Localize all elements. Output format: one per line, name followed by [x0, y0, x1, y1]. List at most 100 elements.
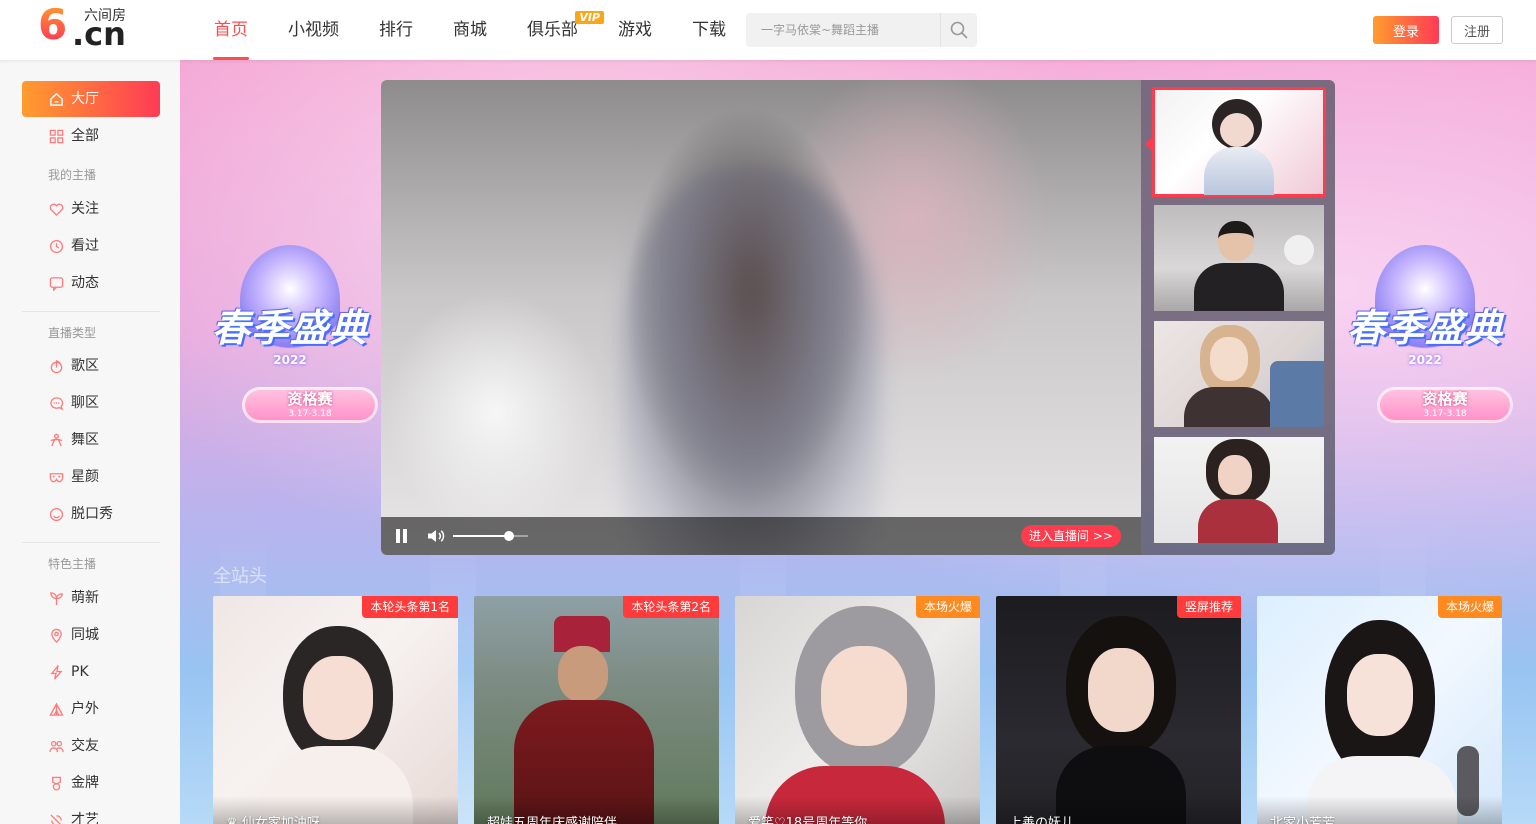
nav-label: 排行: [379, 20, 413, 40]
stage-label: 资格赛: [287, 390, 333, 408]
heart-icon: [49, 203, 64, 217]
sidebar-item-label: 萌新: [71, 590, 99, 606]
sidebar-item-hall[interactable]: 大厅: [22, 81, 160, 117]
search-box: [746, 13, 977, 47]
sidebar-item-local[interactable]: 同城: [22, 617, 160, 653]
sidebar-item-label: 才艺: [71, 812, 99, 824]
nav-home[interactable]: 首页: [200, 0, 262, 60]
sidebar-item-feed[interactable]: 动态: [22, 265, 160, 301]
stream-thumbnail-3[interactable]: [1154, 321, 1324, 427]
card-name: 北家小芳芳: [1270, 816, 1336, 824]
home-icon: [50, 92, 63, 106]
sidebar-item-chat[interactable]: 聊区: [22, 385, 160, 421]
sidebar-item-label: 脱口秀: [71, 506, 113, 522]
live-video-player[interactable]: 进入直播间 >>: [381, 80, 1141, 555]
sidebar-item-social[interactable]: 交友: [22, 728, 160, 764]
nav-label: 小视频: [288, 20, 339, 40]
anchor-card-5[interactable]: 本场火爆 北家小芳芳: [1257, 596, 1502, 824]
nav-games[interactable]: 游戏: [604, 0, 666, 60]
thumbnail-body: [1194, 263, 1284, 311]
anchor-card-3[interactable]: 本场火爆 爱笑♡18号周年等你: [735, 596, 980, 824]
grid-icon: [49, 129, 64, 144]
people-icon: [49, 740, 64, 753]
nav-club[interactable]: 俱乐部 VIP: [513, 0, 604, 60]
sidebar-item-all[interactable]: 全部: [22, 118, 160, 154]
sidebar-item-label: PK: [71, 664, 89, 680]
thumbnail-body: [1184, 387, 1274, 427]
sidebar-item-beauty[interactable]: 星颜: [22, 459, 160, 495]
anchor-card-2[interactable]: 本轮头条第2名 超娃五周年庆感谢陪伴: [474, 596, 719, 824]
sidebar-item-label: 全部: [71, 128, 99, 144]
nav-label: 下载: [692, 20, 726, 40]
nav-short-video[interactable]: 小视频: [274, 0, 353, 60]
thumbnail-face: [1218, 221, 1254, 261]
sidebar-item-label: 歌区: [71, 358, 99, 374]
card-badge: 本场火爆: [1437, 596, 1502, 618]
group-label-type: 直播类型: [48, 326, 97, 340]
nav-label: 商城: [453, 20, 487, 40]
stream-thumbnail-4[interactable]: [1154, 437, 1324, 543]
festival-banner-left[interactable]: 春季盛典 2022 资格赛 3.17-3.18: [200, 245, 380, 445]
nav-ranking[interactable]: 排行: [365, 0, 427, 60]
sidebar-item-outdoor[interactable]: 户外: [22, 691, 160, 727]
search-input[interactable]: [746, 13, 940, 47]
sidebar: 大厅 全部 我的主播 关注 看过 动态 直播类型 歌区 聊区 舞区 星颜 脱口秀…: [0, 60, 180, 824]
sidebar-item-pk[interactable]: PK: [22, 654, 160, 690]
sidebar-item-sing[interactable]: 歌区: [22, 348, 160, 384]
anchor-card-4[interactable]: 竖屏推荐 上善の妩儿: [996, 596, 1241, 824]
active-pointer: [1145, 137, 1152, 151]
thumbnail-face: [1218, 455, 1252, 495]
volume-handle[interactable]: [504, 531, 515, 541]
pause-button[interactable]: [395, 529, 409, 543]
logo-domain: .cn: [72, 15, 126, 53]
sidebar-item-dance[interactable]: 舞区: [22, 422, 160, 458]
stage-label: 资格赛: [1422, 390, 1468, 408]
tent-icon: [49, 702, 64, 716]
volume-icon[interactable]: [427, 528, 445, 544]
thumbnail-body: [1198, 499, 1278, 543]
festival-title: 春季盛典: [1346, 306, 1503, 350]
anchor-card-1[interactable]: 本轮头条第1名 ♛ 仙女家加油呀: [213, 596, 458, 824]
sidebar-item-newbie[interactable]: 萌新: [22, 580, 160, 616]
nav-download[interactable]: 下载: [678, 0, 740, 60]
register-button[interactable]: 注册: [1451, 16, 1503, 44]
login-button[interactable]: 登录: [1373, 16, 1439, 44]
divider: [22, 311, 160, 312]
music-icon: [50, 359, 63, 374]
nav-mall[interactable]: 商城: [439, 0, 501, 60]
sidebar-item-label: 金牌: [71, 775, 99, 791]
site-logo[interactable]: 6 六间房 .cn: [38, 4, 138, 53]
stage-dates: 3.17-3.18: [1423, 409, 1467, 419]
sidebar-item-gold[interactable]: 金牌: [22, 765, 160, 801]
sidebar-item-talkshow[interactable]: 脱口秀: [22, 496, 160, 532]
stream-thumbnail-2[interactable]: [1154, 205, 1324, 311]
festival-stage: 资格赛 3.17-3.18: [242, 387, 378, 423]
sidebar-item-history[interactable]: 看过: [22, 228, 160, 264]
sidebar-item-label: 同城: [71, 627, 99, 643]
mask-icon: [49, 473, 64, 483]
card-badge: 竖屏推荐: [1176, 596, 1241, 618]
nav-label: 俱乐部: [527, 20, 578, 40]
festival-banner-right[interactable]: 春季盛典 2022 资格赛 3.17-3.18: [1335, 245, 1515, 445]
stream-thumbnail-list: [1141, 80, 1335, 555]
card-name: 爱笑♡18号周年等你: [748, 816, 868, 824]
volume-slider[interactable]: [453, 531, 528, 541]
message-icon: [49, 277, 64, 291]
sidebar-item-talent[interactable]: 才艺: [22, 802, 160, 824]
sidebar-item-label: 关注: [71, 201, 99, 217]
dance-icon: [50, 433, 63, 447]
sidebar-item-follow[interactable]: 关注: [22, 191, 160, 227]
sidebar-item-label: 交友: [71, 738, 99, 754]
sidebar-item-label: 聊区: [71, 395, 99, 411]
chat-icon: [50, 397, 64, 411]
enter-room-button[interactable]: 进入直播间 >>: [1021, 525, 1121, 547]
sidebar-item-label: 大厅: [71, 91, 99, 107]
vip-badge: VIP: [575, 11, 604, 24]
nav-label: 首页: [214, 20, 248, 40]
sidebar-item-label: 星颜: [71, 469, 99, 485]
card-name: 超娃五周年庆感谢陪伴: [487, 816, 618, 824]
lightning-icon: [50, 665, 63, 680]
divider: [22, 542, 160, 543]
stream-thumbnail-1[interactable]: [1152, 87, 1326, 197]
search-button[interactable]: [940, 13, 977, 47]
